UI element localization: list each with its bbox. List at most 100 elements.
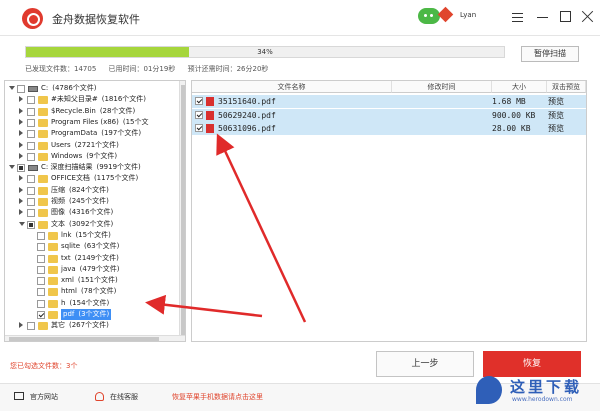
expand-arrow-icon[interactable] [19,118,23,125]
expand-arrow-icon[interactable] [19,107,23,114]
tree-node-label[interactable]: 压缩 (824个文件) [51,185,109,196]
tree-node[interactable]: C: 深度扫描结果 (9919个文件) [5,162,181,173]
tree-node[interactable]: 图像 (4316个文件) [5,207,181,218]
expand-arrow-icon[interactable] [19,130,23,137]
tree-node-label[interactable]: html (78个文件) [61,286,116,297]
tree-node-label[interactable]: C: 深度扫描结果 (9919个文件) [41,162,141,173]
tree-node-checkbox[interactable] [37,254,45,263]
tree-node[interactable]: sqlite (63个文件) [5,241,181,252]
tree-node-label[interactable]: ProgramData (197个文件) [51,128,141,139]
close-button[interactable] [579,8,597,26]
previous-step-button[interactable]: 上一步 [376,351,474,377]
table-row[interactable]: 35151640.pdf 1.68 MB 预览 [192,95,586,108]
tree-node-checkbox[interactable] [17,164,25,173]
tree-node-label[interactable]: $Recycle.Bin (28个文件) [51,106,135,117]
table-row[interactable]: 50629240.pdf 900.00 KB 预览 [192,108,586,122]
collapse-arrow-icon[interactable] [9,165,15,170]
menu-button[interactable] [508,8,526,26]
tree-node-label[interactable]: pdf (3个文件) [61,309,112,320]
tree-node[interactable]: 压缩 (824个文件) [5,185,181,196]
tree-node-checkbox[interactable] [27,130,35,139]
collapse-arrow-icon[interactable] [9,86,15,90]
tree-node-label[interactable]: Users (2721个文件) [51,140,119,151]
tree-node-checkbox[interactable] [27,209,35,218]
tree-node-checkbox[interactable] [27,141,35,150]
tree-node-checkbox[interactable] [37,265,45,274]
tree-node-checkbox[interactable] [27,107,35,116]
file-row-checkbox[interactable] [195,124,203,132]
maximize-button[interactable] [556,8,574,26]
official-website-link[interactable]: 官方网站 [30,392,58,402]
tree-node[interactable]: java (479个文件) [5,264,181,275]
tree-node-label[interactable]: 图像 (4316个文件) [51,207,113,218]
tree-node[interactable]: $Recycle.Bin (28个文件) [5,106,181,117]
file-row-checkbox[interactable] [195,110,203,119]
tree-node-checkbox[interactable] [27,96,35,105]
tree-node-label[interactable]: #未知父目录# (1816个文件) [51,94,146,105]
wechat-icon[interactable] [418,8,440,24]
tree-node-label[interactable]: sqlite (63个文件) [61,241,119,252]
tree-node-label[interactable]: OFFICE文档 (1175个文件) [51,173,138,184]
file-row-checkbox[interactable] [195,97,203,105]
folder-tree[interactable]: C: (4786个文件) #未知父目录# (1816个文件) $Recycle.Bin(… [4,80,186,342]
tree-node-checkbox[interactable] [27,175,35,184]
tree-node[interactable]: txt (2149个文件) [5,253,181,264]
tree-node-label[interactable]: txt (2149个文件) [61,253,119,264]
user-name[interactable]: Lyan [460,11,476,19]
tree-node[interactable]: 文本 (3092个文件) [5,219,181,230]
expand-arrow-icon[interactable] [19,209,23,216]
tree-node[interactable]: xml (151个文件) [5,275,181,286]
tree-node-checkbox[interactable] [37,231,45,240]
iphone-recovery-link[interactable]: 恢复苹果手机数据请点击这里 [172,392,263,402]
collapse-arrow-icon[interactable] [19,221,25,226]
tree-node[interactable]: html (78个文件) [5,286,181,297]
tree-node-label[interactable]: 其它 (267个文件) [51,320,109,331]
column-header-modified[interactable]: 修改时间 [392,81,492,93]
online-support-link[interactable]: 在线客服 [110,392,138,402]
tree-node-checkbox[interactable] [27,198,35,206]
tree-node-checkbox[interactable] [17,85,25,93]
expand-arrow-icon[interactable] [19,175,23,182]
expand-arrow-icon[interactable] [19,198,23,204]
tree-node[interactable]: Users (2721个文件) [5,140,181,151]
tree-node[interactable]: ProgramData (197个文件) [5,128,181,139]
tree-node-checkbox[interactable] [27,152,35,161]
tree-node[interactable]: OFFICE文档 (1175个文件) [5,173,181,184]
tree-node-label[interactable]: h (154个文件) [61,298,109,309]
tree-node[interactable]: 其它 (267个文件) [5,320,181,331]
tree-node-label[interactable]: Windows (9个文件) [51,151,117,162]
file-preview-link[interactable]: 预览 [548,122,564,135]
tree-node-checkbox[interactable] [27,322,35,331]
tree-node-label[interactable]: java (479个文件) [61,264,120,275]
column-header-name[interactable]: 文件名称 [192,81,392,93]
tree-horizontal-scrollbar[interactable] [5,335,185,341]
tree-node[interactable]: Windows (9个文件) [5,151,181,162]
tree-node-label[interactable]: Program Files (x86) (15个文 [51,117,149,128]
column-header-size[interactable]: 大小 [492,81,547,93]
tree-node[interactable]: 视频 (245个文件) [5,196,181,207]
tree-node-label[interactable]: xml (151个文件) [61,275,118,286]
tree-node[interactable]: lnk (15个文件) [5,230,181,241]
tree-node[interactable]: #未知父目录# (1816个文件) [5,94,181,105]
table-row[interactable]: 50631096.pdf 28.00 KB 预览 [192,122,586,135]
tree-node[interactable]: h (154个文件) [5,298,181,309]
expand-arrow-icon[interactable] [19,96,23,103]
file-preview-link[interactable]: 预览 [548,109,564,122]
tree-node-checkbox[interactable] [37,277,45,286]
file-preview-link[interactable]: 预览 [548,95,564,108]
tree-node-label[interactable]: lnk (15个文件) [61,230,111,241]
tree-node-checkbox[interactable] [27,118,35,127]
tree-node-checkbox[interactable] [27,186,35,195]
expand-arrow-icon[interactable] [19,152,23,159]
tree-node[interactable]: Program Files (x86) (15个文 [5,117,181,128]
file-list[interactable]: 文件名称 修改时间 大小 双击预览 35151640.pdf 1.68 MB 预览 5… [191,80,587,342]
tree-node-checkbox[interactable] [27,220,35,229]
pause-scan-button[interactable]: 暂停扫描 [521,46,579,62]
tree-node[interactable]: C: (4786个文件) [5,83,181,94]
tree-node[interactable]: pdf (3个文件) [5,309,181,320]
recover-button[interactable]: 恢复 [483,351,581,377]
tree-node-label[interactable]: 视频 (245个文件) [51,196,109,207]
expand-arrow-icon[interactable] [19,186,23,193]
tree-node-label[interactable]: C: (4786个文件) [41,83,97,94]
tree-node-checkbox[interactable] [37,243,45,252]
